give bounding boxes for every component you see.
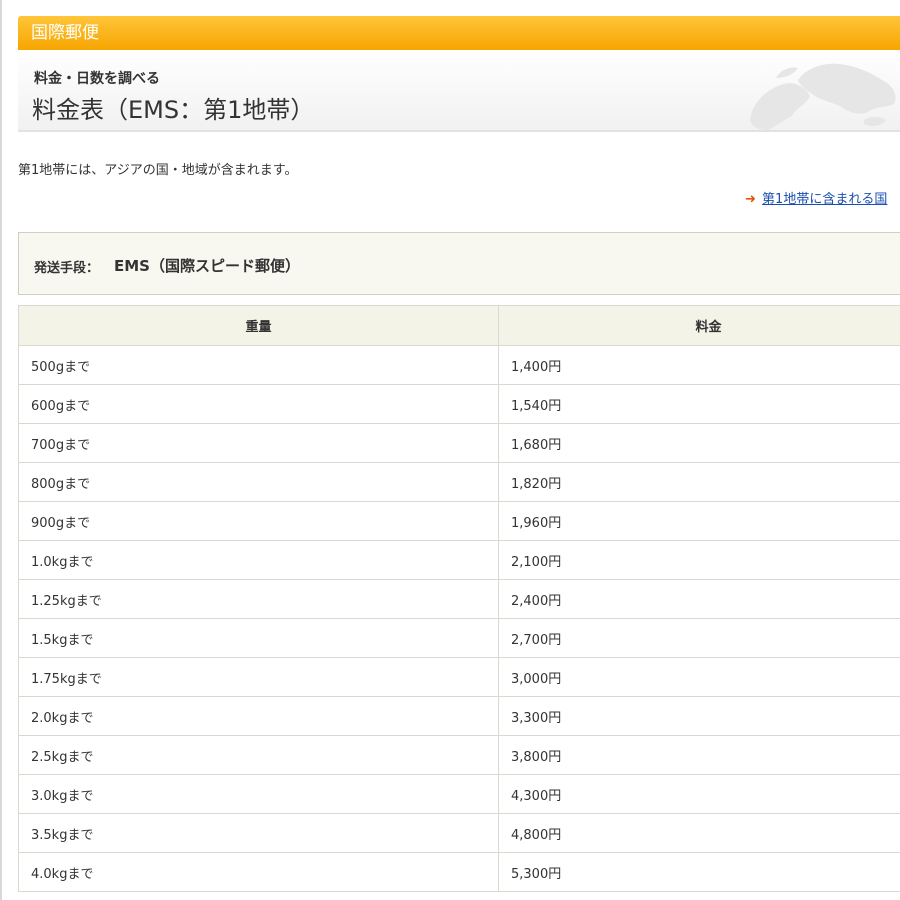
weight-cell: 1.25kgまで: [18, 579, 499, 619]
shipping-method-box: 発送手段： EMS（国際スピード郵便）: [18, 232, 900, 295]
price-cell: 2,100円: [498, 540, 900, 580]
price-cell: 2,400円: [498, 579, 900, 619]
price-cell: 1,540円: [498, 384, 900, 424]
page-subtitle: 料金・日数を調べる: [34, 71, 160, 87]
table-row: 3.0kgまで 4,300円: [18, 774, 900, 814]
table-row: 3.5kgまで 4,800円: [18, 813, 900, 853]
shipping-method-label: 発送手段：: [34, 261, 100, 276]
section-label: 国際郵便: [31, 23, 99, 43]
table-row: 1.5kgまで 2,700円: [18, 618, 900, 658]
section-header-bar: 国際郵便: [18, 16, 900, 50]
weight-cell: 3.0kgまで: [18, 774, 499, 814]
table-header-row: 重量 料金: [18, 305, 900, 346]
weight-cell: 600gまで: [18, 384, 499, 424]
table-row: 2.5kgまで 3,800円: [18, 735, 900, 775]
table-row: 1.25kgまで 2,400円: [18, 579, 900, 619]
price-cell: 2,700円: [498, 618, 900, 658]
table-row: 1.0kgまで 2,100円: [18, 540, 900, 580]
price-cell: 4,800円: [498, 813, 900, 853]
table-row: 700gまで 1,680円: [18, 423, 900, 463]
weight-cell: 3.5kgまで: [18, 813, 499, 853]
price-cell: 4,300円: [498, 774, 900, 814]
weight-cell: 1.75kgまで: [18, 657, 499, 697]
arrow-right-icon: ➜: [745, 192, 756, 207]
weight-cell: 1.0kgまで: [18, 540, 499, 580]
price-cell: 1,820円: [498, 462, 900, 502]
weight-cell: 800gまで: [18, 462, 499, 502]
world-map-icon: [750, 63, 896, 130]
table-row: 600gまで 1,540円: [18, 384, 900, 424]
zone-description: 第1地帯には、アジアの国・地域が含まれます。: [18, 163, 298, 178]
price-cell: 1,680円: [498, 423, 900, 463]
price-cell: 3,800円: [498, 735, 900, 775]
table-row: 900gまで 1,960円: [18, 501, 900, 541]
price-cell: 1,400円: [498, 345, 900, 385]
table-row: 800gまで 1,820円: [18, 462, 900, 502]
price-cell: 3,300円: [498, 696, 900, 736]
weight-cell: 900gまで: [18, 501, 499, 541]
zone-countries-link-text[interactable]: 第1地帯に含まれる国: [762, 192, 887, 207]
page-title: 料金表（EMS：第1地帯）: [32, 96, 315, 124]
column-header-price: 料金: [498, 305, 900, 346]
weight-cell: 2.5kgまで: [18, 735, 499, 775]
weight-cell: 1.5kgまで: [18, 618, 499, 658]
rate-table: 重量 料金 500gまで 1,400円 600gまで 1,540円 700gまで…: [18, 305, 900, 892]
price-cell: 3,000円: [498, 657, 900, 697]
weight-cell: 2.0kgまで: [18, 696, 499, 736]
table-row: 1.75kgまで 3,000円: [18, 657, 900, 697]
weight-cell: 4.0kgまで: [18, 852, 499, 892]
weight-cell: 700gまで: [18, 423, 499, 463]
price-cell: 5,300円: [498, 852, 900, 892]
table-row: 500gまで 1,400円: [18, 345, 900, 385]
page: 国際郵便 料金・日数を調べる 料金表（EMS：第1地帯） 第1地帯には、アジアの…: [0, 0, 900, 900]
title-panel: 料金・日数を調べる 料金表（EMS：第1地帯）: [18, 50, 900, 132]
table-row: 2.0kgまで 3,300円: [18, 696, 900, 736]
zone-countries-link[interactable]: ➜ 第1地帯に含まれる国: [745, 188, 887, 207]
weight-cell: 500gまで: [18, 345, 499, 385]
column-header-weight: 重量: [18, 305, 499, 346]
shipping-method-value: EMS（国際スピード郵便）: [114, 257, 300, 275]
price-cell: 1,960円: [498, 501, 900, 541]
table-row: 4.0kgまで 5,300円: [18, 852, 900, 892]
left-border: [0, 0, 2, 900]
